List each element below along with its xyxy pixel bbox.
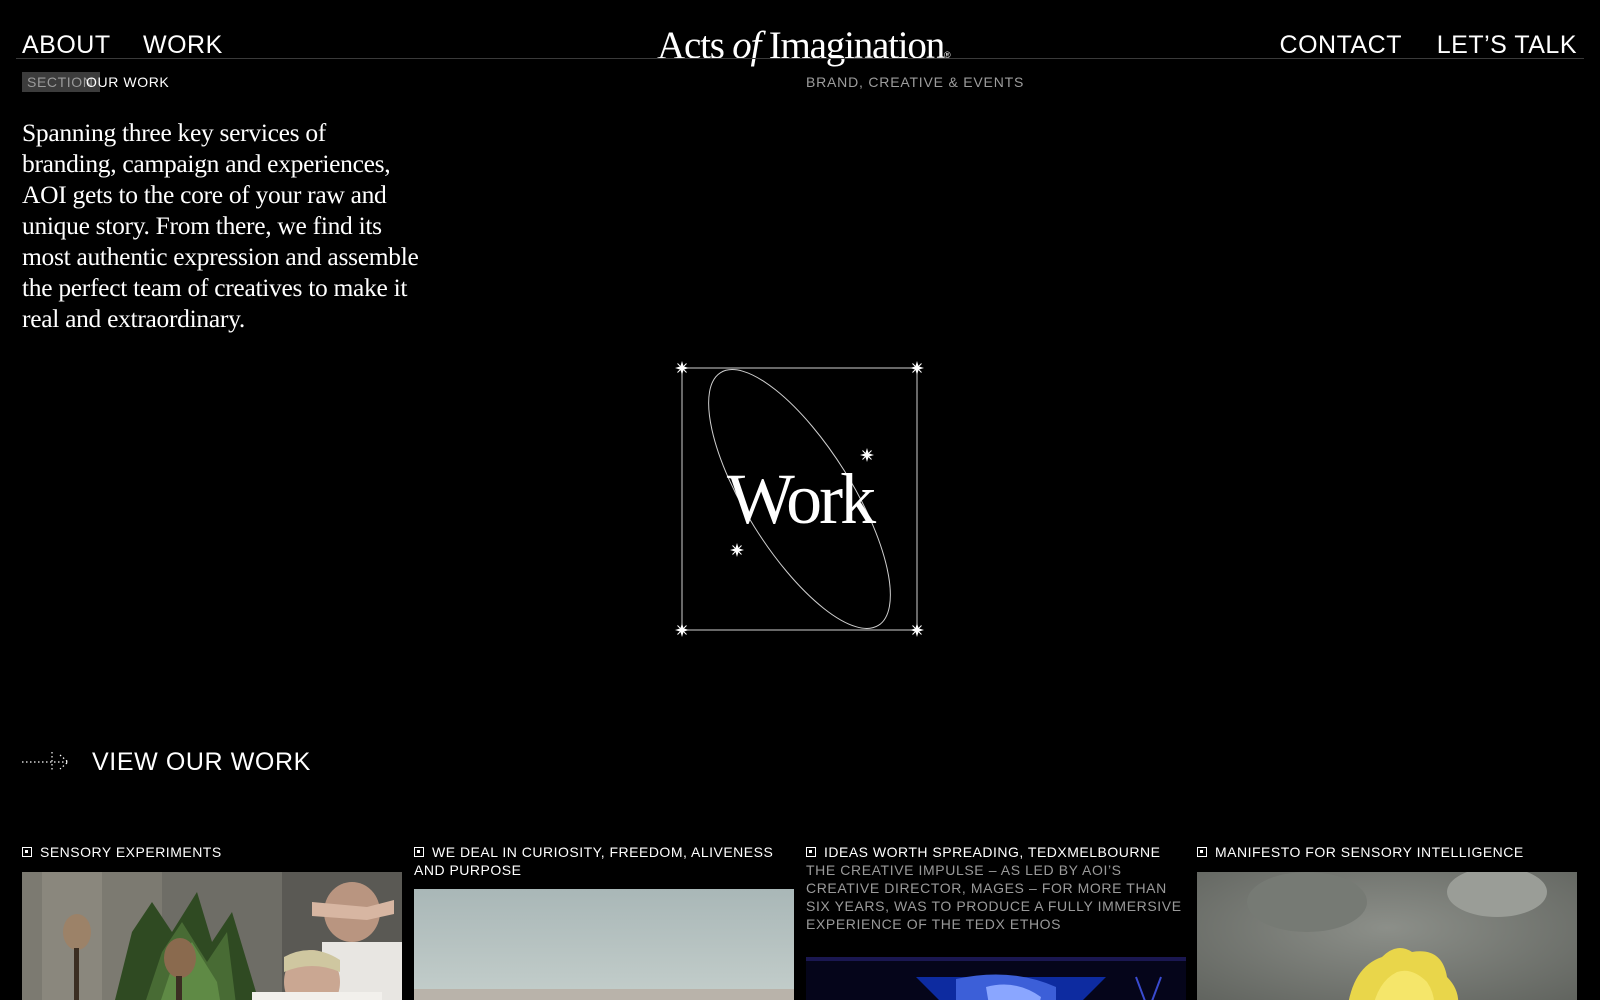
emblem-word: Work (727, 459, 876, 539)
sensory-experiments-photo (22, 872, 402, 1000)
project-card-title-text: IDEAS WORTH SPREADING, TEDXMELBOURNE (824, 844, 1161, 860)
sparkle-icon (909, 360, 924, 376)
project-card-title: IDEAS WORTH SPREADING, TEDXMELBOURNE (806, 843, 1186, 861)
curiosity-photo (414, 889, 794, 1000)
square-bullet-icon (22, 847, 32, 857)
sparkle-icon (909, 622, 924, 638)
dotted-arrow-icon (22, 752, 69, 772)
intro-paragraph: Spanning three key services of branding,… (22, 118, 419, 333)
square-bullet-icon (1197, 847, 1207, 857)
logo-word-of: of (732, 24, 761, 67)
project-card-title: MANIFESTO FOR SENSORY INTELLIGENCE (1197, 843, 1577, 861)
section-title: OUR WORK (86, 74, 170, 90)
project-card-image[interactable] (414, 889, 794, 1000)
view-our-work-link[interactable]: VIEW OUR WORK (22, 745, 311, 779)
tagline: BRAND, CREATIVE & EVENTS (806, 74, 1025, 90)
project-card[interactable]: SENSORY EXPERIMENTS (22, 843, 402, 1000)
tedx-photo (806, 957, 1186, 1000)
nav-contact[interactable]: CONTACT (1280, 30, 1402, 60)
nav-about[interactable]: ABOUT (22, 30, 111, 60)
work-emblem: Work (674, 360, 924, 638)
view-our-work-label: VIEW OUR WORK (92, 748, 311, 776)
manifesto-photo (1197, 872, 1577, 1000)
site-logo[interactable]: Acts of Imagination® (657, 24, 951, 77)
project-card-title-text: MANIFESTO FOR SENSORY INTELLIGENCE (1215, 844, 1524, 860)
sparkle-icon (674, 622, 690, 638)
project-card-title: SENSORY EXPERIMENTS (22, 843, 402, 861)
header-divider (16, 58, 1584, 59)
logo-word-acts: Acts (657, 24, 725, 67)
sparkle-icon (729, 542, 745, 558)
project-card-title: WE DEAL IN CURIOSITY, FREEDOM, ALIVENESS… (414, 843, 794, 879)
nav-work[interactable]: WORK (143, 30, 223, 60)
project-card[interactable]: WE DEAL IN CURIOSITY, FREEDOM, ALIVENESS… (414, 843, 794, 1000)
logo-word-imagination: Imagination (768, 24, 945, 67)
project-card-image[interactable] (1197, 872, 1577, 1000)
project-card-image[interactable] (22, 872, 402, 1000)
project-card-image[interactable] (806, 957, 1186, 1000)
square-bullet-icon (806, 847, 816, 857)
project-card[interactable]: MANIFESTO FOR SENSORY INTELLIGENCE (1197, 843, 1577, 1000)
square-bullet-icon (414, 847, 424, 857)
sparkle-icon (674, 360, 690, 376)
project-card[interactable]: IDEAS WORTH SPREADING, TEDXMELBOURNE THE… (806, 843, 1186, 1000)
project-card-title-text: SENSORY EXPERIMENTS (40, 844, 222, 860)
project-card-description: THE CREATIVE IMPULSE – AS LED BY AOI’S C… (806, 862, 1182, 932)
nav-lets-talk[interactable]: LET’S TALK (1437, 30, 1577, 60)
project-card-title-text: WE DEAL IN CURIOSITY, FREEDOM, ALIVENESS… (414, 844, 774, 878)
